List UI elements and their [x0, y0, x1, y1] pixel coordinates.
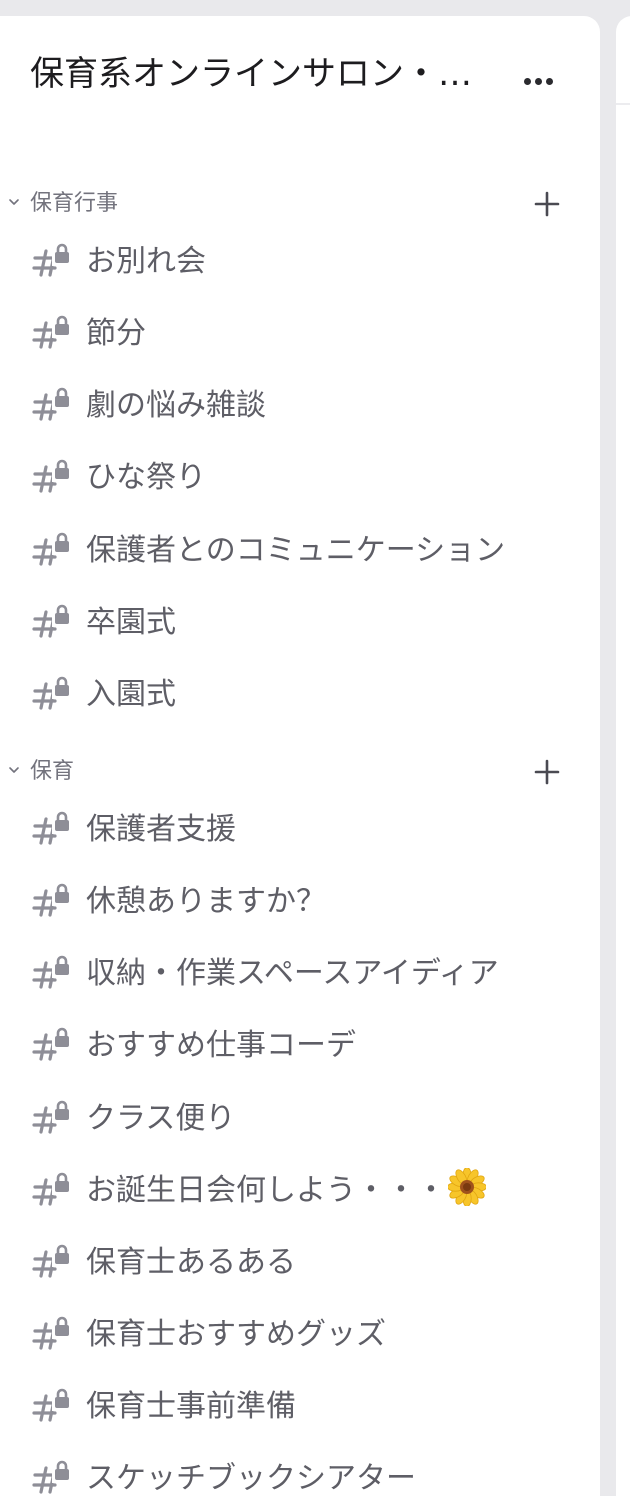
channel-name: 保育士事前準備 [86, 1375, 296, 1439]
channel-name: お別れ会 [86, 230, 206, 294]
channel-name: 節分 [86, 302, 146, 366]
channel-item[interactable]: お別れ会 [0, 230, 600, 294]
private-channel-icon [32, 1098, 72, 1134]
channel-name-text: 保育士あるある [86, 1244, 296, 1280]
channel-item[interactable]: 入園式 [0, 663, 600, 727]
channel-name-text: 卒園式 [86, 604, 176, 640]
channel-name: スケッチブックシアター [86, 1447, 416, 1496]
channel-name: ひな祭り [86, 446, 206, 510]
channel-name-text: おすすめ仕事コーデ [86, 1028, 356, 1064]
channel-item[interactable]: 保育士事前準備 [0, 1375, 600, 1439]
private-channel-icon [32, 386, 72, 421]
channel-sidebar: 保育系オンラインサロン・… 保育行事お別れ会節分劇の悩み雑談 ひな祭り保護者とのコ… [0, 16, 600, 1496]
private-channel-icon [32, 882, 72, 917]
server-header[interactable]: 保育系オンラインサロン・… [30, 52, 570, 96]
channel-name-text: お別れ会 [86, 244, 206, 279]
channel-item[interactable]: お誕生日会何しよう・・・ [0, 1159, 600, 1223]
channel-name-text: 節分 [86, 316, 146, 352]
channel-item[interactable]: 保育士おすすめグッズ [0, 1303, 600, 1367]
plus-icon[interactable] [534, 759, 560, 785]
channel-name: 保育士あるある [86, 1231, 296, 1295]
private-channel-icon [32, 530, 72, 566]
channel-item[interactable]: 卒園式 [0, 591, 600, 655]
category-header[interactable]: 保育行事 [0, 184, 600, 224]
channel-name: クラス便り [86, 1087, 235, 1151]
channel-name: 入園式 [86, 663, 176, 727]
main-content-pane [616, 16, 630, 1496]
private-channel-icon [32, 810, 72, 845]
private-channel-icon [32, 314, 72, 349]
chevron-down-icon [9, 199, 19, 205]
private-channel-icon [32, 1242, 72, 1278]
private-channel-icon [32, 458, 72, 494]
channel-name: 劇の悩み雑談 [86, 374, 266, 438]
channel-name: 保護者支援 [86, 798, 236, 862]
content-header-divider [616, 103, 630, 105]
private-channel-icon [32, 602, 72, 638]
channel-name-text: 休憩ありますか？ [86, 884, 326, 920]
channel-name-text: 保育士事前準備 [86, 1389, 296, 1425]
channel-name-text: ひな祭り [86, 460, 206, 496]
channel-item[interactable]: クラス便り [0, 1087, 600, 1151]
category-header[interactable]: 保育 [0, 752, 600, 792]
category-label: 保育行事 [30, 191, 119, 216]
private-channel-icon [32, 1315, 72, 1350]
channel-name-text: スケッチブックシアター [86, 1461, 416, 1496]
private-channel-icon [32, 1387, 72, 1422]
more-dots-icon [524, 78, 531, 85]
channel-name-text: 収納・作業スペースアイディア [86, 956, 499, 992]
channel-name-text: お誕生日会何しよう・・・ [86, 1172, 446, 1208]
chevron-down-icon [9, 767, 19, 773]
channel-name: 保護者とのコミュニケーション [86, 519, 505, 583]
channel-name-text: クラス便り [86, 1100, 236, 1136]
channel-item[interactable]: 休憩ありますか？ [0, 870, 600, 934]
channel-name-text: 保護者とのコミュニケーション [86, 532, 506, 568]
channel-item[interactable]: 保育士あるある [0, 1231, 600, 1295]
channel-item[interactable]: 保護者とのコミュニケーション [0, 519, 600, 583]
channel-name: 卒園式 [86, 591, 176, 655]
private-channel-icon [32, 1026, 72, 1062]
channel-item[interactable]: ひな祭り [0, 446, 600, 510]
server-name[interactable]: 保育系オンラインサロン・… [30, 52, 500, 96]
channel-name-text: 保護者支援 [86, 812, 236, 847]
private-channel-icon [32, 1170, 72, 1206]
channel-item[interactable]: スケッチブックシアター [0, 1447, 600, 1496]
more-options-button[interactable] [524, 66, 564, 90]
channel-name: お誕生日会何しよう・・・ [86, 1159, 486, 1223]
channel-name-text: 劇の悩み雑談 [86, 388, 266, 424]
channel-item[interactable]: 保護者支援 [0, 798, 600, 862]
channel-item[interactable]: 収納・作業スペースアイディア [0, 942, 600, 1006]
channel-name-text: 入園式 [86, 676, 176, 712]
channel-name-text: 保育士おすすめグッズ [86, 1317, 386, 1353]
private-channel-icon [32, 954, 72, 989]
channel-name: 収納・作業スペースアイディア [86, 942, 499, 1006]
category-label: 保育 [30, 759, 75, 784]
private-channel-icon [32, 674, 72, 710]
flower-icon [448, 1167, 486, 1206]
channel-name: 保育士おすすめグッズ [86, 1303, 386, 1367]
channel-item[interactable]: 劇の悩み雑談 [0, 374, 600, 438]
channel-item[interactable]: 節分 [0, 302, 600, 366]
channel-item[interactable]: おすすめ仕事コーデ [0, 1014, 600, 1078]
plus-icon[interactable] [534, 191, 560, 217]
channel-name: おすすめ仕事コーデ [86, 1014, 356, 1078]
private-channel-icon [32, 242, 72, 277]
channel-name: 休憩ありますか？ [86, 870, 326, 934]
